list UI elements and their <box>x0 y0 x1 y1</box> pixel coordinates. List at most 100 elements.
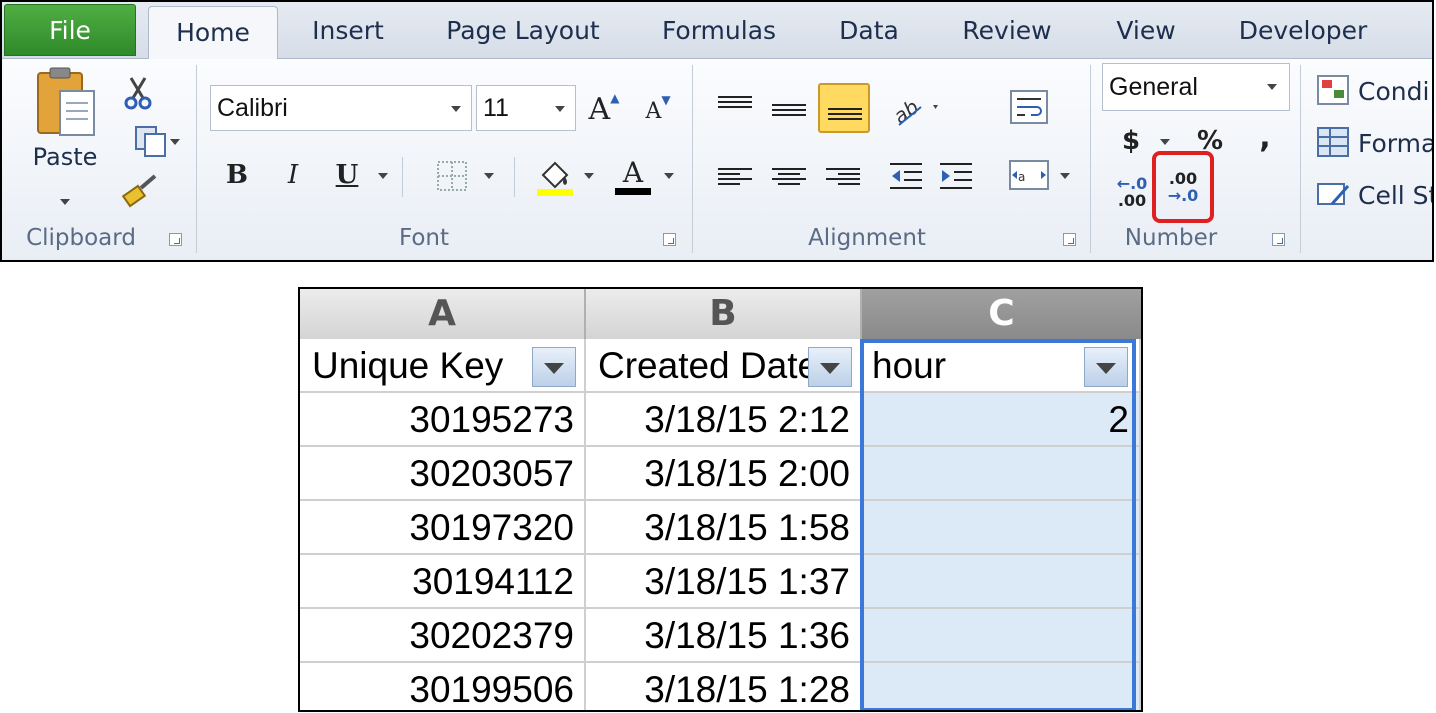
conditional-formatting-button[interactable]: Condi <box>1316 71 1432 111</box>
tab-view[interactable]: View <box>1106 2 1186 58</box>
copy-dropdown-icon <box>170 139 180 145</box>
paintbrush-icon <box>121 174 157 208</box>
bold-button[interactable]: B <box>218 155 256 195</box>
copy-button[interactable] <box>118 121 184 161</box>
increase-indent-button[interactable] <box>936 157 976 197</box>
paste-button[interactable]: Paste <box>20 65 110 205</box>
cell-styles-label: Cell St <box>1358 180 1434 210</box>
merge-dropdown-icon[interactable] <box>1060 173 1070 179</box>
header-label: Created Date <box>598 345 819 386</box>
align-left-button[interactable] <box>718 159 752 193</box>
tab-review[interactable]: Review <box>952 2 1062 58</box>
table-cell[interactable] <box>862 663 1141 710</box>
top-align-button[interactable] <box>718 87 752 117</box>
font-group-label: Font <box>398 225 450 251</box>
table-cell[interactable]: 3/18/15 1:58 <box>586 501 862 555</box>
table-cell[interactable] <box>862 555 1141 609</box>
table-cell[interactable]: 3/18/15 2:00 <box>586 447 862 501</box>
orientation-button[interactable]: ab <box>886 87 946 131</box>
merge-cells-icon: a <box>1009 160 1049 190</box>
group-separator <box>196 65 197 253</box>
tab-formulas[interactable]: Formulas <box>654 2 784 58</box>
align-right-button[interactable] <box>826 159 860 193</box>
alignment-group-label: Alignment <box>808 225 926 251</box>
cut-button[interactable] <box>118 73 158 113</box>
table-cell[interactable]: 30199506 <box>300 663 586 710</box>
font-color-button[interactable]: A <box>610 153 656 199</box>
underline-button[interactable]: U <box>328 155 366 195</box>
format-as-table-button[interactable]: Forma <box>1316 123 1432 163</box>
wrap-text-icon <box>1010 90 1048 124</box>
decrease-decimal-button[interactable]: .00 →.0 <box>1152 151 1214 223</box>
font-color-dropdown-icon[interactable] <box>664 173 674 179</box>
font-color-swatch <box>615 187 651 195</box>
middle-align-button[interactable] <box>772 95 806 125</box>
number-launcher-icon[interactable] <box>1272 233 1285 246</box>
header-label: Unique Key <box>312 345 504 386</box>
font-launcher-icon[interactable] <box>663 233 676 246</box>
tab-page-layout[interactable]: Page Layout <box>438 2 608 58</box>
accounting-format-button[interactable]: $ <box>1114 121 1148 161</box>
column-header-a[interactable]: A <box>300 289 586 339</box>
increase-decimal-button[interactable]: ←.0 .00 <box>1108 169 1156 215</box>
column-header-b[interactable]: B <box>586 289 862 339</box>
align-center-button[interactable] <box>772 159 806 193</box>
bottom-align-button[interactable] <box>818 83 870 133</box>
table-cell[interactable]: 2 <box>862 393 1141 447</box>
table-cell[interactable] <box>862 501 1141 555</box>
chevron-down-icon <box>451 106 461 112</box>
tab-insert[interactable]: Insert <box>302 2 394 58</box>
increase-decimal-bottom: .00 <box>1117 191 1147 210</box>
table-cell[interactable]: 30195273 <box>300 393 586 447</box>
cell-styles-button[interactable]: Cell St <box>1316 175 1434 215</box>
tab-data[interactable]: Data <box>830 2 908 58</box>
paste-dropdown-icon <box>60 199 70 205</box>
grow-font-button[interactable]: A ▲ <box>584 87 624 131</box>
chevron-down-icon <box>555 106 565 112</box>
tab-home[interactable]: Home <box>148 6 278 59</box>
table-cell[interactable]: 3/18/15 1:28 <box>586 663 862 710</box>
table-cell[interactable]: 30202379 <box>300 609 586 663</box>
table-cell[interactable]: 3/18/15 1:36 <box>586 609 862 663</box>
merge-center-button[interactable]: a <box>1006 153 1052 197</box>
comma-style-button[interactable]: , <box>1248 117 1282 157</box>
group-separator <box>692 65 693 253</box>
font-name-combo[interactable]: Calibri <box>210 85 472 131</box>
underline-dropdown-icon[interactable] <box>378 173 388 179</box>
filter-dropdown-icon[interactable] <box>1084 347 1128 387</box>
table-cell[interactable]: 30203057 <box>300 447 586 501</box>
table-cell[interactable]: 30194112 <box>300 555 586 609</box>
number-format-combo[interactable]: General <box>1102 63 1290 111</box>
format-painter-button[interactable] <box>118 169 162 213</box>
table-cell[interactable] <box>862 609 1141 663</box>
font-size-combo[interactable]: 11 <box>476 85 576 131</box>
italic-button[interactable]: I <box>274 155 312 195</box>
table-cell[interactable]: 3/18/15 1:37 <box>586 555 862 609</box>
alignment-launcher-icon[interactable] <box>1063 233 1076 246</box>
svg-text:ab: ab <box>891 95 923 129</box>
shrink-font-button[interactable]: A ▼ <box>638 89 678 133</box>
chevron-down-icon <box>1267 84 1277 90</box>
borders-dropdown-icon[interactable] <box>484 173 494 179</box>
accounting-dropdown-icon[interactable] <box>1160 139 1170 145</box>
orientation-icon: ab <box>891 95 938 129</box>
wrap-text-button[interactable] <box>1006 85 1052 129</box>
spreadsheet-grid: A B C Unique Key Created Date hour 30195… <box>298 287 1143 712</box>
fill-color-dropdown-icon[interactable] <box>584 173 594 179</box>
table-cell[interactable]: 30197320 <box>300 501 586 555</box>
column-header-c[interactable]: C <box>862 289 1141 339</box>
decrease-indent-button[interactable] <box>886 157 926 197</box>
borders-button[interactable] <box>432 157 472 195</box>
tab-developer[interactable]: Developer <box>1230 2 1376 58</box>
filter-dropdown-icon[interactable] <box>808 347 852 387</box>
fill-color-button[interactable] <box>532 155 578 199</box>
conditional-formatting-icon <box>1317 75 1349 105</box>
ribbon-tab-bar: File Home Insert Page Layout Formulas Da… <box>2 2 1432 59</box>
tab-file[interactable]: File <box>4 4 136 56</box>
filter-dropdown-icon[interactable] <box>532 347 576 387</box>
table-cell[interactable] <box>862 447 1141 501</box>
decrease-decimal-top: .00 <box>1168 169 1198 188</box>
clipboard-launcher-icon[interactable] <box>169 233 182 246</box>
group-separator <box>1300 65 1301 253</box>
table-cell[interactable]: 3/18/15 2:12 <box>586 393 862 447</box>
